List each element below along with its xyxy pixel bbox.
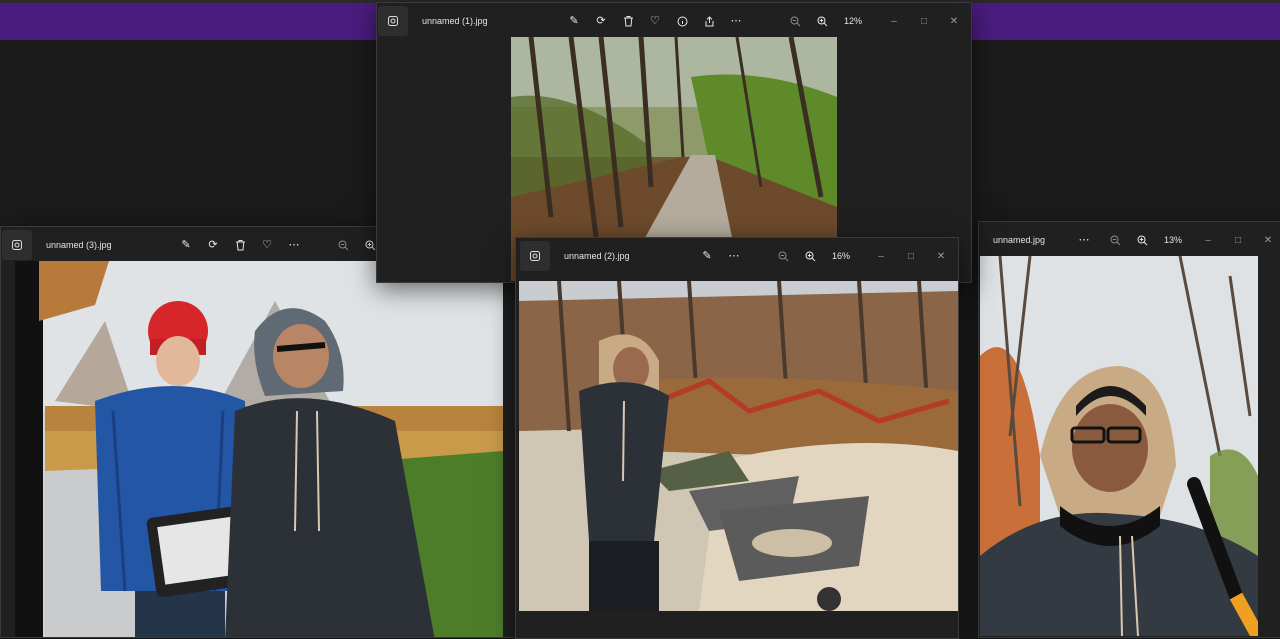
trash-icon[interactable]: [619, 12, 637, 30]
zoom-level: 16%: [832, 251, 851, 261]
minimize-icon[interactable]: –: [1193, 228, 1223, 252]
maximize-icon[interactable]: □: [896, 244, 926, 268]
share-icon[interactable]: [700, 12, 718, 30]
edit-image-icon[interactable]: ✎: [177, 236, 195, 254]
edit-image-icon[interactable]: ✎: [698, 247, 716, 265]
rotate-icon[interactable]: ⟳: [204, 236, 222, 254]
zoom-level: 13%: [1164, 235, 1183, 245]
zoom-out-icon[interactable]: [334, 236, 352, 254]
maximize-icon[interactable]: □: [1223, 228, 1253, 252]
heart-icon[interactable]: ♡: [258, 236, 276, 254]
photo-image: [519, 281, 958, 611]
maximize-icon[interactable]: □: [909, 9, 939, 33]
minimize-icon[interactable]: –: [879, 9, 909, 33]
window-title: unnamed (1).jpg: [422, 16, 488, 26]
photo-viewer-window-3[interactable]: unnamed (3).jpg ✎ ⟳ ♡ ⋯: [0, 226, 522, 638]
zoom-level: 12%: [844, 16, 863, 26]
photo-image: [980, 256, 1258, 636]
heart-icon[interactable]: ♡: [646, 12, 664, 30]
close-icon[interactable]: ✕: [939, 9, 969, 33]
zoom-out-icon[interactable]: [774, 247, 792, 265]
zoom-out-icon[interactable]: [1106, 231, 1124, 249]
photo-viewer-window-0[interactable]: unnamed.jpg ⋯ 13% – □ ✕: [978, 221, 1280, 638]
more-icon[interactable]: ⋯: [725, 247, 743, 265]
zoom-in-icon[interactable]: [813, 12, 831, 30]
window-title: unnamed (2).jpg: [564, 251, 630, 261]
photos-app-icon[interactable]: [520, 241, 550, 271]
photo-image: [15, 261, 503, 637]
more-icon[interactable]: ⋯: [1075, 231, 1093, 249]
close-icon[interactable]: ✕: [926, 244, 956, 268]
zoom-in-icon[interactable]: [1133, 231, 1151, 249]
window-title: unnamed.jpg: [993, 235, 1046, 245]
close-icon[interactable]: ✕: [1253, 228, 1280, 252]
more-icon[interactable]: ⋯: [285, 236, 303, 254]
photo-viewer-window-2[interactable]: unnamed (2).jpg ✎ ⋯ 16% – □ ✕: [515, 237, 959, 639]
edit-image-icon[interactable]: ✎: [565, 12, 583, 30]
window-title: unnamed (3).jpg: [46, 240, 112, 250]
photos-app-icon[interactable]: [378, 6, 408, 36]
trash-icon[interactable]: [231, 236, 249, 254]
rotate-icon[interactable]: ⟳: [592, 12, 610, 30]
zoom-in-icon[interactable]: [801, 247, 819, 265]
more-icon[interactable]: ⋯: [727, 12, 745, 30]
minimize-icon[interactable]: –: [866, 244, 896, 268]
zoom-out-icon[interactable]: [786, 12, 804, 30]
info-icon[interactable]: [673, 12, 691, 30]
photos-app-icon[interactable]: [2, 230, 32, 260]
